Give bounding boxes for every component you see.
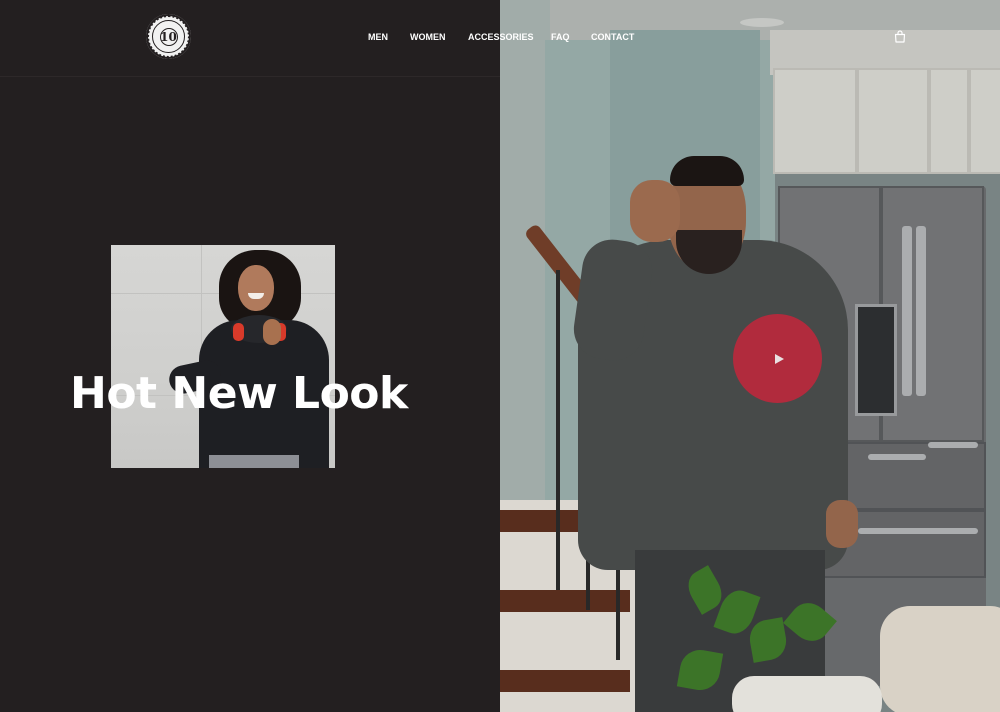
header-divider (0, 76, 500, 77)
hero-panel: 10 Hot New Look (0, 0, 500, 712)
hero-photo (111, 245, 335, 468)
nav-accessories[interactable]: ACCESSORIES (468, 32, 534, 42)
nav-contact[interactable]: CONTACT (591, 32, 634, 42)
headphone-icon (233, 323, 244, 341)
play-icon (774, 353, 784, 364)
play-button[interactable] (733, 314, 822, 403)
model-hand (263, 319, 281, 345)
nav-women[interactable]: WOMEN (410, 32, 446, 42)
model-face (238, 265, 274, 311)
shopping-bag-icon[interactable] (894, 30, 906, 43)
nav-men[interactable]: MEN (368, 32, 388, 42)
hero-title: Hot New Look (70, 368, 408, 419)
brand-logo[interactable]: 10 (146, 14, 191, 59)
logo-seal: 10 (152, 20, 185, 53)
model-jeans (209, 455, 299, 468)
logo-number: 10 (159, 27, 178, 46)
nav-faq[interactable]: FAQ (551, 32, 570, 42)
